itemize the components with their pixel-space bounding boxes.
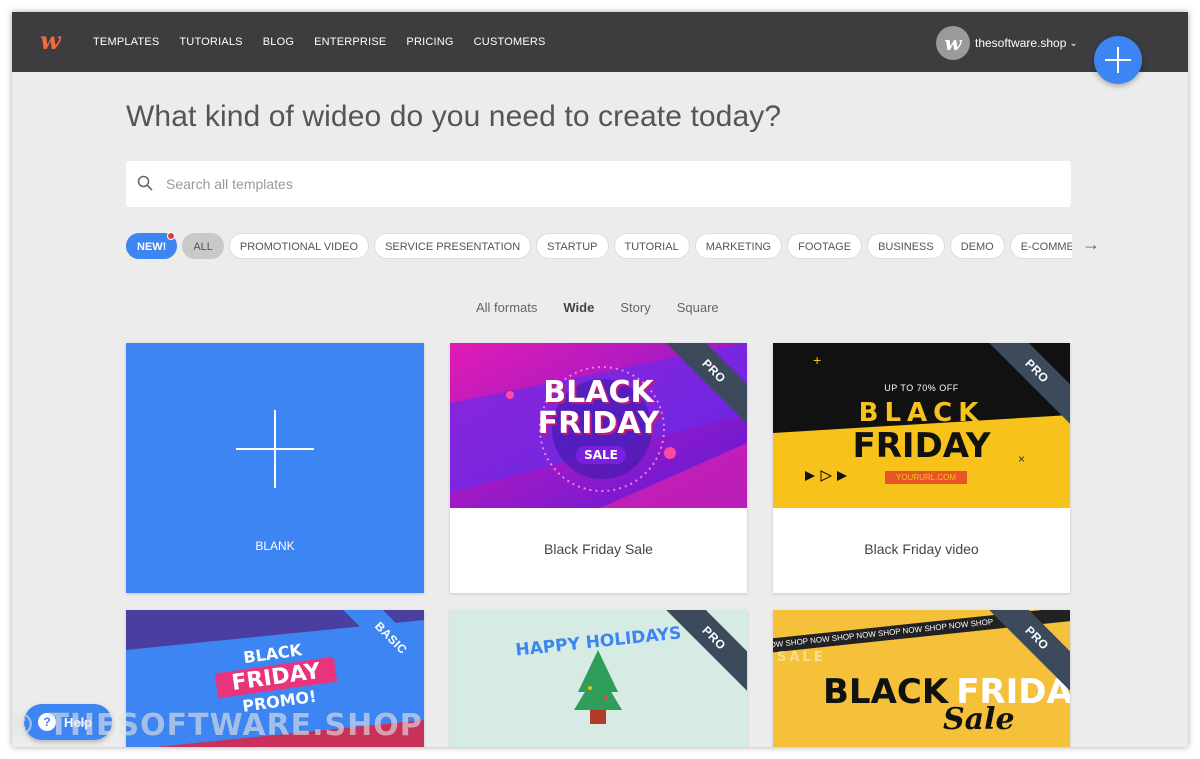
help-button[interactable]: ? Help (24, 704, 112, 740)
main-nav: TEMPLATES TUTORIALS BLOG ENTERPRISE PRIC… (93, 12, 566, 72)
top-navbar: w TEMPLATES TUTORIALS BLOG ENTERPRISE PR… (12, 12, 1188, 72)
nav-pricing[interactable]: PRICING (406, 36, 453, 48)
nav-templates[interactable]: TEMPLATES (93, 36, 159, 48)
template-card-black-friday-video[interactable]: + × UP TO 70% OFF BLACK FRIDAY YOURURL.C… (773, 343, 1070, 593)
template-thumbnail: BLACK FRIDAY SALE PRO (450, 343, 747, 508)
template-card-black-friday-promo[interactable]: BLACK FRIDAY PROMO! BASIC (126, 610, 424, 747)
app-window: w TEMPLATES TUTORIALS BLOG ENTERPRISE PR… (12, 12, 1188, 747)
avatar[interactable]: w (936, 26, 970, 60)
chip-startup[interactable]: STARTUP (536, 233, 609, 259)
account-name[interactable]: thesoftware.shop (975, 36, 1066, 50)
nav-customers[interactable]: CUSTOMERS (474, 36, 546, 48)
question-icon: ? (38, 713, 56, 731)
chip-business[interactable]: BUSINESS (867, 233, 945, 259)
wideo-logo[interactable]: w (40, 28, 70, 54)
chip-promotional-video[interactable]: PROMOTIONAL VIDEO (228, 233, 370, 259)
svg-text:+: + (813, 352, 821, 368)
card-label: Black Friday Sale (544, 541, 653, 557)
tab-square[interactable]: Square (677, 300, 719, 315)
chip-footage[interactable]: FOOTAGE (787, 233, 863, 259)
template-thumbnail: BLACK FRIDAY PROMO! BASIC (126, 610, 424, 747)
search-input[interactable] (166, 161, 1046, 207)
template-thumbnail: HAPPY HOLIDAYS PRO (450, 610, 747, 747)
chip-tutorial[interactable]: TUTORIAL (613, 233, 690, 259)
page-title: What kind of wideo do you need to create… (126, 100, 782, 133)
template-card-black-friday-sale-script[interactable]: NOW SHOP NOW SHOP NOW SHOP NOW SHOP NOW … (773, 610, 1070, 747)
tab-all-formats[interactable]: All formats (476, 300, 537, 315)
chip-demo[interactable]: DEMO (949, 233, 1005, 259)
search-icon (137, 175, 153, 191)
chip-new[interactable]: NEW! (126, 232, 178, 259)
help-label: Help (64, 714, 93, 730)
blank-template-card[interactable]: BLANK (126, 343, 424, 593)
template-thumbnail: NOW SHOP NOW SHOP NOW SHOP NOW SHOP NOW … (773, 610, 1070, 747)
nav-enterprise[interactable]: ENTERPRISE (314, 36, 386, 48)
tab-story[interactable]: Story (620, 300, 650, 315)
nav-blog[interactable]: BLOG (263, 36, 294, 48)
nav-tutorials[interactable]: TUTORIALS (179, 36, 242, 48)
chip-service-presentation[interactable]: SERVICE PRESENTATION (374, 233, 532, 259)
card-label: Black Friday video (864, 541, 979, 557)
chip-marketing[interactable]: MARKETING (694, 233, 783, 259)
format-tabs: All formats Wide Story Square (476, 300, 745, 315)
account-menu[interactable]: w thesoftware.shop ⌄ (936, 26, 1078, 60)
arrow-right-icon[interactable]: → (1082, 234, 1100, 255)
chip-ecommerce[interactable]: E-COMMERCE (1009, 233, 1072, 259)
template-thumbnail: + × UP TO 70% OFF BLACK FRIDAY YOURURL.C… (773, 343, 1070, 508)
chevron-down-icon[interactable]: ⌄ (1069, 38, 1077, 49)
notification-dot (167, 232, 176, 240)
template-card-happy-holidays[interactable]: HAPPY HOLIDAYS PRO (450, 610, 747, 747)
tab-wide[interactable]: Wide (563, 300, 594, 315)
chip-all[interactable]: ALL (182, 233, 224, 259)
template-card-black-friday-sale[interactable]: BLACK FRIDAY SALE PRO Black Friday Sale (450, 343, 747, 593)
category-chips: NEW! ALL PROMOTIONAL VIDEO SERVICE PRESE… (126, 232, 1072, 260)
create-new-button[interactable] (1094, 36, 1142, 84)
card-label: BLANK (255, 539, 295, 553)
search-bar[interactable] (126, 161, 1071, 207)
